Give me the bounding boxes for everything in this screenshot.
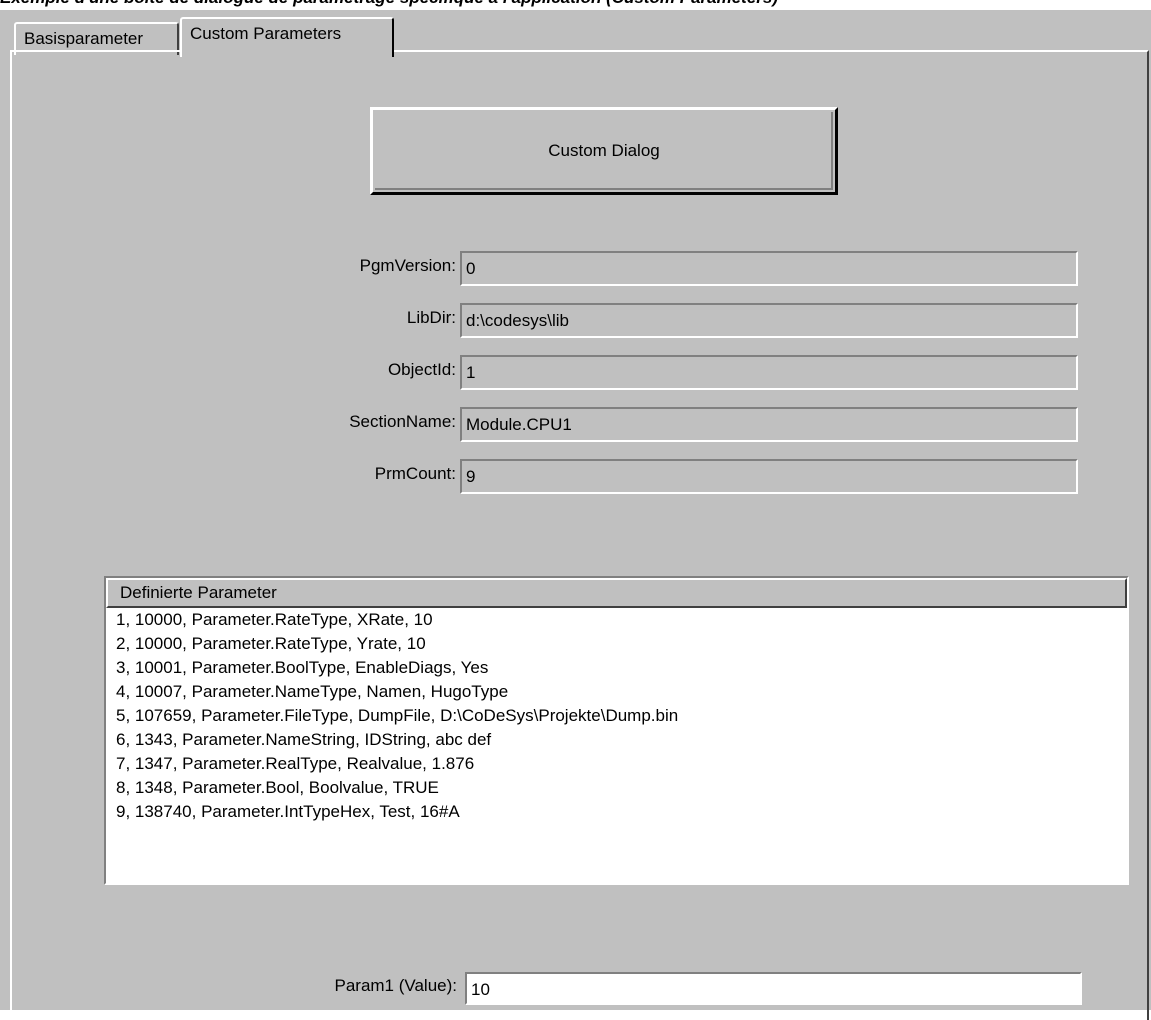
- param1-label: Param1 (Value):: [334, 976, 457, 995]
- list-item[interactable]: 3, 10001, Parameter.BoolType, EnableDiag…: [116, 656, 1116, 680]
- custom-dialog-label: Custom Dialog: [548, 141, 660, 160]
- objectid-label: ObjectId:: [387, 360, 456, 379]
- list-item[interactable]: 6, 1343, Parameter.NameString, IDString,…: [116, 728, 1116, 752]
- libdir-label: LibDir:: [406, 308, 456, 327]
- list-item[interactable]: 1, 10000, Parameter.RateType, XRate, 10: [116, 608, 1116, 632]
- list-item[interactable]: 7, 1347, Parameter.RealType, Realvalue, …: [116, 752, 1116, 776]
- libdir-field[interactable]: d:\codesys\lib: [460, 303, 1078, 338]
- list-item[interactable]: 5, 107659, Parameter.FileType, DumpFile,…: [116, 704, 1116, 728]
- list-item[interactable]: 4, 10007, Parameter.NameType, Namen, Hug…: [116, 680, 1116, 704]
- parameter-listbox[interactable]: Definierte Parameter 1, 10000, Parameter…: [104, 576, 1129, 885]
- sectionname-field[interactable]: Module.CPU1: [460, 407, 1078, 442]
- listbox-header[interactable]: Definierte Parameter: [106, 578, 1127, 608]
- list-item[interactable]: 2, 10000, Parameter.RateType, Yrate, 10: [116, 632, 1116, 656]
- sectionname-label: SectionName:: [349, 412, 456, 431]
- prmcount-field[interactable]: 9: [460, 459, 1078, 494]
- parameter-rows: 1, 10000, Parameter.RateType, XRate, 10 …: [116, 608, 1116, 824]
- objectid-field[interactable]: 1: [460, 355, 1078, 390]
- param1-value-field[interactable]: 10: [465, 972, 1082, 1005]
- pgmversion-label: PgmVersion:: [359, 256, 456, 275]
- list-item[interactable]: 8, 1348, Parameter.Bool, Boolvalue, TRUE: [116, 776, 1116, 800]
- pgmversion-field[interactable]: 0: [460, 251, 1078, 286]
- custom-dialog-button[interactable]: Custom Dialog: [370, 107, 838, 195]
- dialog-window: Basisparameter Custom Parameters Custom …: [0, 10, 1151, 1020]
- list-item[interactable]: 9, 138740, Parameter.IntTypeHex, Test, 1…: [116, 800, 1116, 824]
- page-caption: Exemple d'une boîte de dialogue de param…: [0, 0, 1151, 10]
- prmcount-label: PrmCount:: [374, 464, 456, 483]
- tab-custom-parameters[interactable]: Custom Parameters: [180, 17, 394, 57]
